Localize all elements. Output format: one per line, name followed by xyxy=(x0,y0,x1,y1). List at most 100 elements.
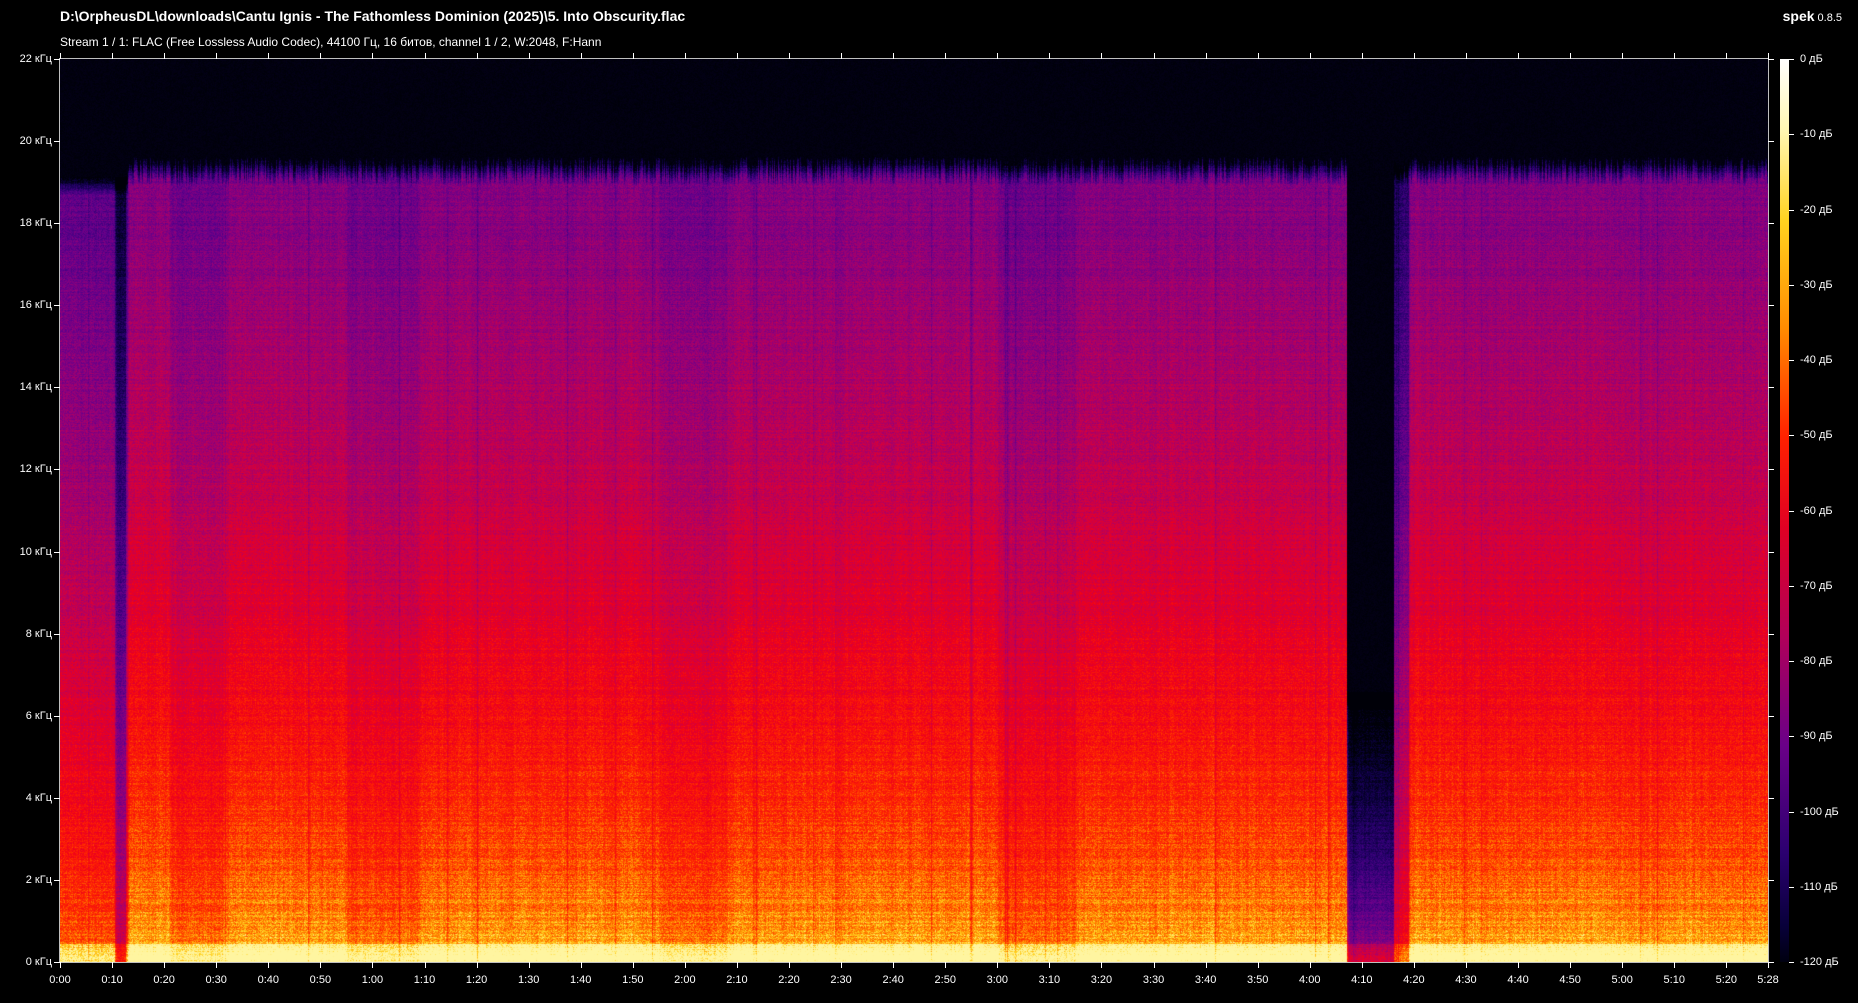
time-tick xyxy=(424,962,426,968)
frequency-tick xyxy=(1768,59,1774,60)
time-tick xyxy=(1622,53,1624,59)
frequency-tick xyxy=(54,715,60,717)
frequency-tick-label: 2 кГц xyxy=(25,873,52,886)
frequency-tick-label: 0 кГц xyxy=(25,956,52,968)
time-tick-label: 0:20 xyxy=(153,974,175,986)
db-color-scale xyxy=(1780,59,1789,962)
time-tick-label: 3:30 xyxy=(1142,974,1165,986)
db-tick xyxy=(1789,435,1794,437)
time-tick xyxy=(1257,53,1259,59)
frequency-tick-label: 8 кГц xyxy=(25,627,52,640)
time-tick-label: 1:40 xyxy=(570,974,592,986)
app-version-label: 0.8.5 xyxy=(1817,12,1842,24)
time-tick xyxy=(1361,53,1363,59)
stream-info: Stream 1 / 1: FLAC (Free Lossless Audio … xyxy=(60,35,602,49)
time-tick xyxy=(789,53,791,59)
frequency-tick xyxy=(54,551,60,553)
db-tick xyxy=(1789,661,1794,662)
time-tick xyxy=(112,53,114,59)
db-tick-label: -10 дБ xyxy=(1800,128,1833,141)
db-tick xyxy=(1789,134,1794,136)
time-tick xyxy=(60,53,61,59)
frequency-tick xyxy=(1768,797,1774,799)
time-tick xyxy=(320,962,322,968)
db-tick xyxy=(1789,811,1794,813)
app-name-label: spek xyxy=(1782,8,1815,24)
time-tick xyxy=(997,962,999,968)
frequency-tick-label: 14 кГц xyxy=(19,381,52,394)
time-tick xyxy=(684,962,686,968)
time-tick xyxy=(684,53,686,59)
time-tick xyxy=(1413,962,1415,968)
time-tick-label: 3:00 xyxy=(986,974,1009,986)
time-tick xyxy=(1205,53,1207,59)
time-tick xyxy=(1768,962,1769,968)
spectrogram-plot[interactable] xyxy=(60,59,1768,962)
db-tick xyxy=(1789,209,1794,211)
db-tick xyxy=(1789,284,1794,286)
frequency-tick xyxy=(54,141,60,143)
db-tick xyxy=(1789,736,1794,738)
time-tick xyxy=(1049,962,1051,968)
time-tick xyxy=(1465,53,1467,59)
db-tick-label: -110 дБ xyxy=(1800,880,1838,893)
time-tick-label: 5:28 xyxy=(1757,974,1779,986)
time-tick xyxy=(893,53,895,59)
time-tick xyxy=(632,962,634,968)
time-tick xyxy=(528,53,530,59)
time-tick xyxy=(1570,962,1572,968)
time-tick-label: 3:40 xyxy=(1194,974,1217,986)
time-tick xyxy=(1153,53,1155,59)
time-tick xyxy=(1674,53,1676,59)
frequency-tick xyxy=(54,305,60,307)
time-tick xyxy=(1570,53,1572,59)
time-tick xyxy=(1768,53,1769,59)
time-tick-label: 0:50 xyxy=(309,974,332,986)
time-tick-label: 1:30 xyxy=(517,974,540,986)
db-tick xyxy=(1789,886,1794,888)
frequency-tick-label: 22 кГц xyxy=(19,53,52,65)
file-path-title: D:\OrpheusDL\downloads\Cantu Ignis - The… xyxy=(60,8,686,24)
time-tick xyxy=(424,53,426,59)
time-tick xyxy=(893,962,895,968)
frequency-tick-label: 4 кГц xyxy=(25,791,52,804)
frequency-tick-label: 12 кГц xyxy=(19,463,52,476)
time-tick xyxy=(528,962,530,968)
frequency-tick-label: 6 кГц xyxy=(25,709,52,722)
time-tick xyxy=(1257,962,1259,968)
time-tick-label: 4:10 xyxy=(1351,974,1373,986)
frequency-tick xyxy=(1768,387,1774,389)
time-tick-label: 3:20 xyxy=(1090,974,1113,986)
time-tick xyxy=(580,962,582,968)
frequency-tick xyxy=(54,879,60,881)
time-tick xyxy=(476,962,478,968)
time-tick xyxy=(476,53,478,59)
time-tick-label: 4:30 xyxy=(1455,974,1477,986)
time-tick xyxy=(372,53,374,59)
frequency-tick xyxy=(1768,141,1774,143)
time-tick xyxy=(268,962,270,968)
db-tick-label: -30 дБ xyxy=(1800,278,1833,291)
time-tick xyxy=(945,53,947,59)
db-tick-label: -20 дБ xyxy=(1800,203,1833,216)
time-tick xyxy=(736,53,738,59)
frequency-tick xyxy=(54,633,60,635)
frequency-tick xyxy=(54,797,60,799)
time-tick xyxy=(632,53,634,59)
time-tick-label: 0:00 xyxy=(49,974,71,986)
db-tick-label: -100 дБ xyxy=(1800,805,1839,818)
frequency-tick xyxy=(1768,715,1774,717)
time-tick xyxy=(164,962,166,968)
time-tick-label: 2:50 xyxy=(934,974,956,986)
time-tick xyxy=(60,962,61,968)
time-tick-label: 5:00 xyxy=(1611,974,1633,986)
frequency-tick xyxy=(1768,305,1774,307)
time-tick-label: 4:20 xyxy=(1403,974,1425,986)
time-tick-label: 5:20 xyxy=(1715,974,1738,986)
time-tick-label: 1:00 xyxy=(361,974,384,986)
db-tick-label: -80 дБ xyxy=(1800,655,1833,667)
time-tick-label: 4:50 xyxy=(1559,974,1581,986)
time-tick-label: 1:10 xyxy=(413,974,436,986)
time-tick xyxy=(789,962,791,968)
frequency-tick xyxy=(1768,879,1774,881)
